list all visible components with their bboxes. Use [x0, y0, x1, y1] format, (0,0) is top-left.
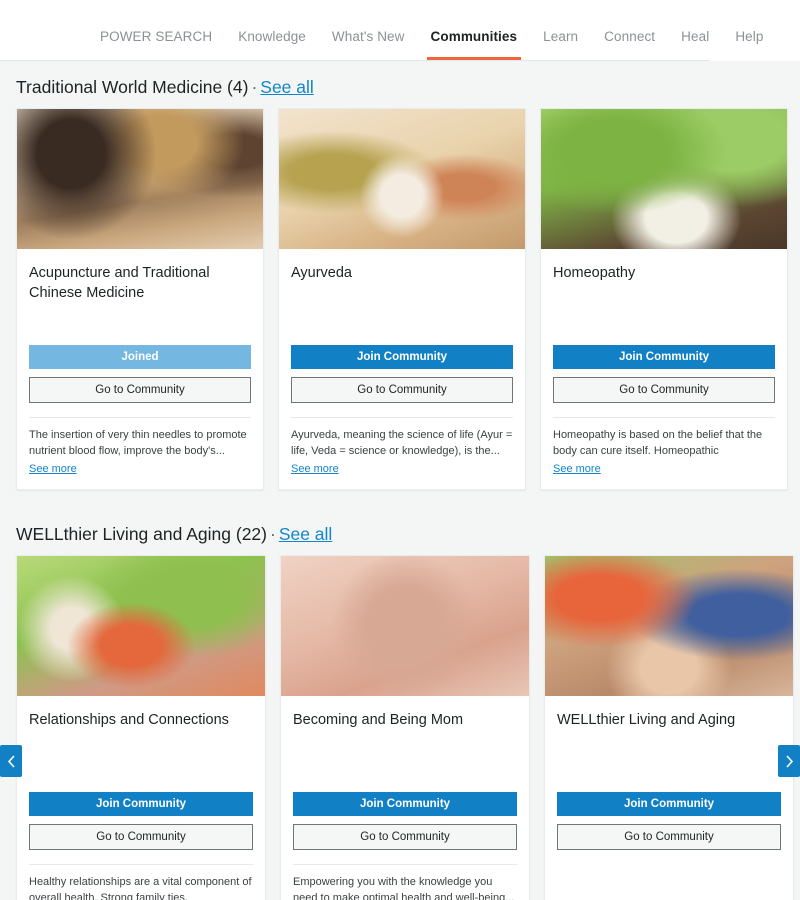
see-more-link[interactable]: See more	[291, 463, 339, 475]
top-navigation-bar: POWER SEARCH Knowledge What's New Commun…	[0, 0, 800, 61]
card-row: Relationships and Connections Join Commu…	[16, 555, 794, 900]
divider	[29, 417, 251, 418]
go-to-community-button[interactable]: Go to Community	[29, 824, 253, 850]
card-description: Empowering you with the knowledge you ne…	[293, 876, 515, 900]
card-actions: Join Community Go to Community	[291, 345, 513, 403]
nav-label: Help	[735, 29, 764, 44]
nav-label: POWER SEARCH	[100, 29, 213, 44]
divider	[291, 417, 513, 418]
nav-label: Connect	[604, 29, 656, 44]
nav-item-knowledge[interactable]: Knowledge	[238, 29, 306, 60]
card-title: Ayurveda	[291, 265, 352, 281]
go-to-community-button[interactable]: Go to Community	[293, 824, 517, 850]
community-card[interactable]: WELLthier Living and Aging Join Communit…	[544, 555, 794, 900]
join-community-button[interactable]: Join Community	[293, 792, 517, 816]
nav-item-help[interactable]: Help	[735, 29, 763, 60]
see-all-link[interactable]: See all	[279, 524, 333, 544]
card-empty-description	[557, 850, 781, 900]
community-card[interactable]: Acupuncture and Traditional Chinese Medi…	[16, 108, 264, 490]
join-community-button[interactable]: Join Community	[29, 792, 253, 816]
divider	[293, 864, 517, 865]
see-more-link[interactable]: See more	[553, 463, 601, 475]
card-title: Acupuncture and Traditional Chinese Medi…	[29, 265, 210, 301]
nav-item-connect[interactable]: Connect	[604, 29, 655, 60]
section-title: WELLthier Living and Aging (22)	[16, 524, 267, 544]
card-image	[17, 556, 265, 696]
card-title: Becoming and Being Mom	[293, 712, 464, 728]
nav-label: Communities	[430, 29, 518, 44]
nav-item-heal[interactable]: Heal	[681, 29, 709, 60]
nav-item-whats-new[interactable]: What's New	[332, 29, 405, 60]
card-title: WELLthier Living and Aging	[557, 712, 736, 728]
card-body: Acupuncture and Traditional Chinese Medi…	[17, 249, 263, 489]
card-actions: Join Community Go to Community	[553, 345, 775, 403]
go-to-community-button[interactable]: Go to Community	[557, 824, 781, 850]
nav-item-learn[interactable]: Learn	[543, 29, 578, 60]
divider	[553, 417, 775, 418]
carousel-next-button[interactable]	[778, 745, 800, 777]
joined-button[interactable]: Joined	[29, 345, 251, 369]
carousel-traditional-world-medicine: Acupuncture and Traditional Chinese Medi…	[16, 108, 788, 490]
card-description: Homeopathy is based on the belief that t…	[553, 429, 763, 457]
see-all-link[interactable]: See all	[260, 77, 314, 97]
nav-label: Learn	[543, 29, 579, 44]
section-header: WELLthier Living and Aging (22) · See all	[16, 508, 784, 555]
carousel-prev-button[interactable]	[0, 745, 22, 777]
main-nav: POWER SEARCH Knowledge What's New Commun…	[0, 0, 763, 61]
nav-label: Heal	[681, 29, 710, 44]
nav-label: Knowledge	[238, 29, 306, 44]
community-card[interactable]: Homeopathy Join Community Go to Communit…	[540, 108, 788, 490]
go-to-community-button[interactable]: Go to Community	[291, 377, 513, 403]
carousel-wellthier-living-and-aging: Relationships and Connections Join Commu…	[0, 555, 800, 900]
section-wellthier-living-and-aging: WELLthier Living and Aging (22) · See all …	[0, 508, 800, 900]
nav-item-power-search[interactable]: POWER SEARCH	[100, 29, 212, 60]
community-card[interactable]: Becoming and Being Mom Join Community Go…	[280, 555, 530, 900]
go-to-community-button[interactable]: Go to Community	[29, 377, 251, 403]
card-image	[541, 109, 787, 249]
card-body: Relationships and Connections Join Commu…	[17, 696, 265, 900]
divider	[29, 864, 253, 865]
join-community-button[interactable]: Join Community	[291, 345, 513, 369]
community-card[interactable]: Ayurveda Join Community Go to Community …	[278, 108, 526, 490]
card-title: Relationships and Connections	[29, 712, 229, 728]
card-title: Homeopathy	[553, 265, 636, 281]
nav-item-communities[interactable]: Communities	[426, 29, 521, 60]
join-community-button[interactable]: Join Community	[557, 792, 781, 816]
chevron-left-icon	[6, 754, 17, 769]
card-description: Ayurveda, meaning the science of life (A…	[291, 429, 513, 457]
card-actions: Joined Go to Community	[29, 345, 251, 403]
separator: ·	[269, 524, 276, 544]
card-body: Homeopathy Join Community Go to Communit…	[541, 249, 787, 489]
card-body: Ayurveda Join Community Go to Community …	[279, 249, 525, 489]
separator: ·	[251, 77, 258, 97]
see-more-link[interactable]: See more	[29, 463, 77, 475]
card-actions: Join Community Go to Community	[29, 792, 253, 850]
nav-label: What's New	[331, 29, 405, 44]
chevron-right-icon	[784, 754, 795, 769]
card-row: Acupuncture and Traditional Chinese Medi…	[16, 108, 788, 490]
card-image	[17, 109, 263, 249]
section-traditional-world-medicine: Traditional World Medicine (4) · See all A…	[0, 61, 800, 490]
join-community-button[interactable]: Join Community	[553, 345, 775, 369]
card-actions: Join Community Go to Community	[557, 792, 781, 850]
card-actions: Join Community Go to Community	[293, 792, 517, 850]
card-body: WELLthier Living and Aging Join Communit…	[545, 696, 793, 900]
section-title: Traditional World Medicine (4)	[16, 77, 249, 97]
card-image	[281, 556, 529, 696]
community-card[interactable]: Relationships and Connections Join Commu…	[16, 555, 266, 900]
card-description: Healthy relationships are a vital compon…	[29, 876, 252, 900]
card-body: Becoming and Being Mom Join Community Go…	[281, 696, 529, 900]
card-description: The insertion of very thin needles to pr…	[29, 429, 247, 457]
section-header: Traditional World Medicine (4) · See all	[16, 61, 784, 108]
go-to-community-button[interactable]: Go to Community	[553, 377, 775, 403]
card-image	[545, 556, 793, 696]
card-image	[279, 109, 525, 249]
